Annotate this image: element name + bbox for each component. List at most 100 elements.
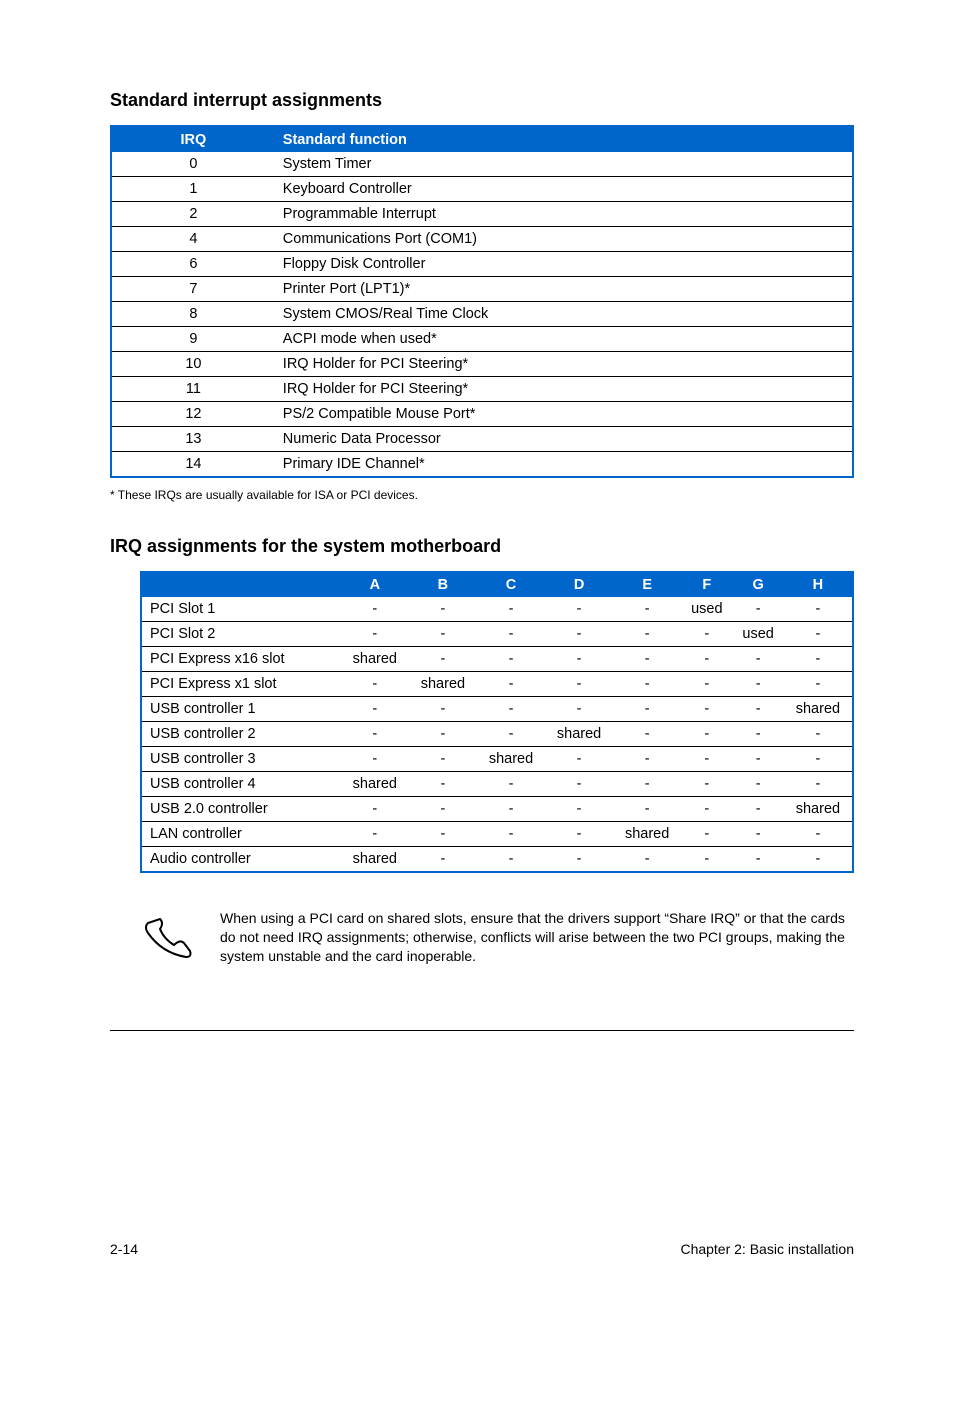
- data-cell: -: [409, 697, 477, 722]
- data-cell: -: [409, 772, 477, 797]
- data-cell: -: [681, 672, 732, 697]
- data-cell: -: [409, 722, 477, 747]
- data-cell: -: [477, 597, 545, 622]
- data-cell: -: [545, 772, 613, 797]
- data-cell: -: [681, 772, 732, 797]
- table-row: 2Programmable Interrupt: [112, 202, 852, 227]
- irq-cell: 14: [112, 452, 275, 478]
- data-cell: shared: [784, 797, 852, 822]
- irq-cell: 2: [112, 202, 275, 227]
- func-cell: System Timer: [275, 152, 852, 177]
- data-cell: -: [477, 647, 545, 672]
- irq-cell: 1: [112, 177, 275, 202]
- irq-cell: 4: [112, 227, 275, 252]
- data-cell: -: [681, 722, 732, 747]
- data-cell: -: [409, 797, 477, 822]
- data-cell: -: [341, 597, 409, 622]
- data-cell: shared: [784, 697, 852, 722]
- col-header: F: [681, 573, 732, 597]
- data-cell: -: [477, 672, 545, 697]
- func-cell: Printer Port (LPT1)*: [275, 277, 852, 302]
- table-row: 10IRQ Holder for PCI Steering*: [112, 352, 852, 377]
- data-cell: -: [477, 772, 545, 797]
- data-cell: shared: [477, 747, 545, 772]
- table-row: USB 2.0 controller-------shared: [142, 797, 852, 822]
- data-cell: -: [733, 647, 784, 672]
- data-cell: -: [733, 847, 784, 872]
- data-cell: -: [733, 797, 784, 822]
- data-cell: -: [341, 822, 409, 847]
- data-cell: shared: [613, 822, 681, 847]
- data-cell: -: [784, 672, 852, 697]
- data-cell: -: [545, 797, 613, 822]
- irq-table: IRQ Standard function 0System Timer1Keyb…: [112, 127, 852, 478]
- footer-page-num: 2-14: [110, 1241, 138, 1257]
- irq-col-header: IRQ: [112, 128, 275, 153]
- data-cell: -: [733, 597, 784, 622]
- data-cell: -: [341, 672, 409, 697]
- data-cell: -: [409, 747, 477, 772]
- data-cell: -: [409, 622, 477, 647]
- row-label: PCI Slot 1: [142, 597, 341, 622]
- row-label: USB controller 1: [142, 697, 341, 722]
- irq-cell: 6: [112, 252, 275, 277]
- irq-cell: 11: [112, 377, 275, 402]
- table-row: 14Primary IDE Channel*: [112, 452, 852, 478]
- data-cell: -: [545, 672, 613, 697]
- data-cell: -: [681, 797, 732, 822]
- data-cell: -: [784, 647, 852, 672]
- data-cell: -: [681, 622, 732, 647]
- col-header: E: [613, 573, 681, 597]
- data-cell: -: [681, 697, 732, 722]
- data-cell: -: [784, 772, 852, 797]
- table-row: 6Floppy Disk Controller: [112, 252, 852, 277]
- func-cell: Communications Port (COM1): [275, 227, 852, 252]
- data-cell: -: [477, 847, 545, 872]
- table-row: LAN controller----shared---: [142, 822, 852, 847]
- data-cell: -: [784, 597, 852, 622]
- data-cell: -: [613, 797, 681, 822]
- footer-rule: [110, 1030, 854, 1031]
- data-cell: -: [341, 747, 409, 772]
- row-label: Audio controller: [142, 847, 341, 872]
- table-row: USB controller 1-------shared: [142, 697, 852, 722]
- data-cell: -: [681, 647, 732, 672]
- func-cell: System CMOS/Real Time Clock: [275, 302, 852, 327]
- data-cell: -: [341, 722, 409, 747]
- data-cell: -: [613, 672, 681, 697]
- func-cell: Primary IDE Channel*: [275, 452, 852, 478]
- data-cell: -: [784, 747, 852, 772]
- data-cell: -: [545, 647, 613, 672]
- row-label: USB 2.0 controller: [142, 797, 341, 822]
- irq-cell: 12: [112, 402, 275, 427]
- data-cell: shared: [341, 772, 409, 797]
- data-cell: -: [733, 822, 784, 847]
- col-header: H: [784, 573, 852, 597]
- table-row: 12PS/2 Compatible Mouse Port*: [112, 402, 852, 427]
- func-cell: IRQ Holder for PCI Steering*: [275, 352, 852, 377]
- data-cell: shared: [409, 672, 477, 697]
- table-row: USB controller 3--shared-----: [142, 747, 852, 772]
- func-cell: Keyboard Controller: [275, 177, 852, 202]
- table-row: 7Printer Port (LPT1)*: [112, 277, 852, 302]
- row-label: USB controller 2: [142, 722, 341, 747]
- row-label: PCI Slot 2: [142, 622, 341, 647]
- data-cell: -: [733, 697, 784, 722]
- data-cell: -: [477, 797, 545, 822]
- table-row: PCI Express x16 slotshared-------: [142, 647, 852, 672]
- table-row: 11IRQ Holder for PCI Steering*: [112, 377, 852, 402]
- data-cell: -: [784, 722, 852, 747]
- func-cell: PS/2 Compatible Mouse Port*: [275, 402, 852, 427]
- irq-cell: 9: [112, 327, 275, 352]
- col-header: G: [733, 573, 784, 597]
- table-row: 1Keyboard Controller: [112, 177, 852, 202]
- data-cell: -: [409, 847, 477, 872]
- data-cell: -: [409, 822, 477, 847]
- func-cell: ACPI mode when used*: [275, 327, 852, 352]
- col-header: B: [409, 573, 477, 597]
- table-row: 9ACPI mode when used*: [112, 327, 852, 352]
- irq-cell: 10: [112, 352, 275, 377]
- row-label: USB controller 4: [142, 772, 341, 797]
- row-label: PCI Express x16 slot: [142, 647, 341, 672]
- data-cell: -: [784, 622, 852, 647]
